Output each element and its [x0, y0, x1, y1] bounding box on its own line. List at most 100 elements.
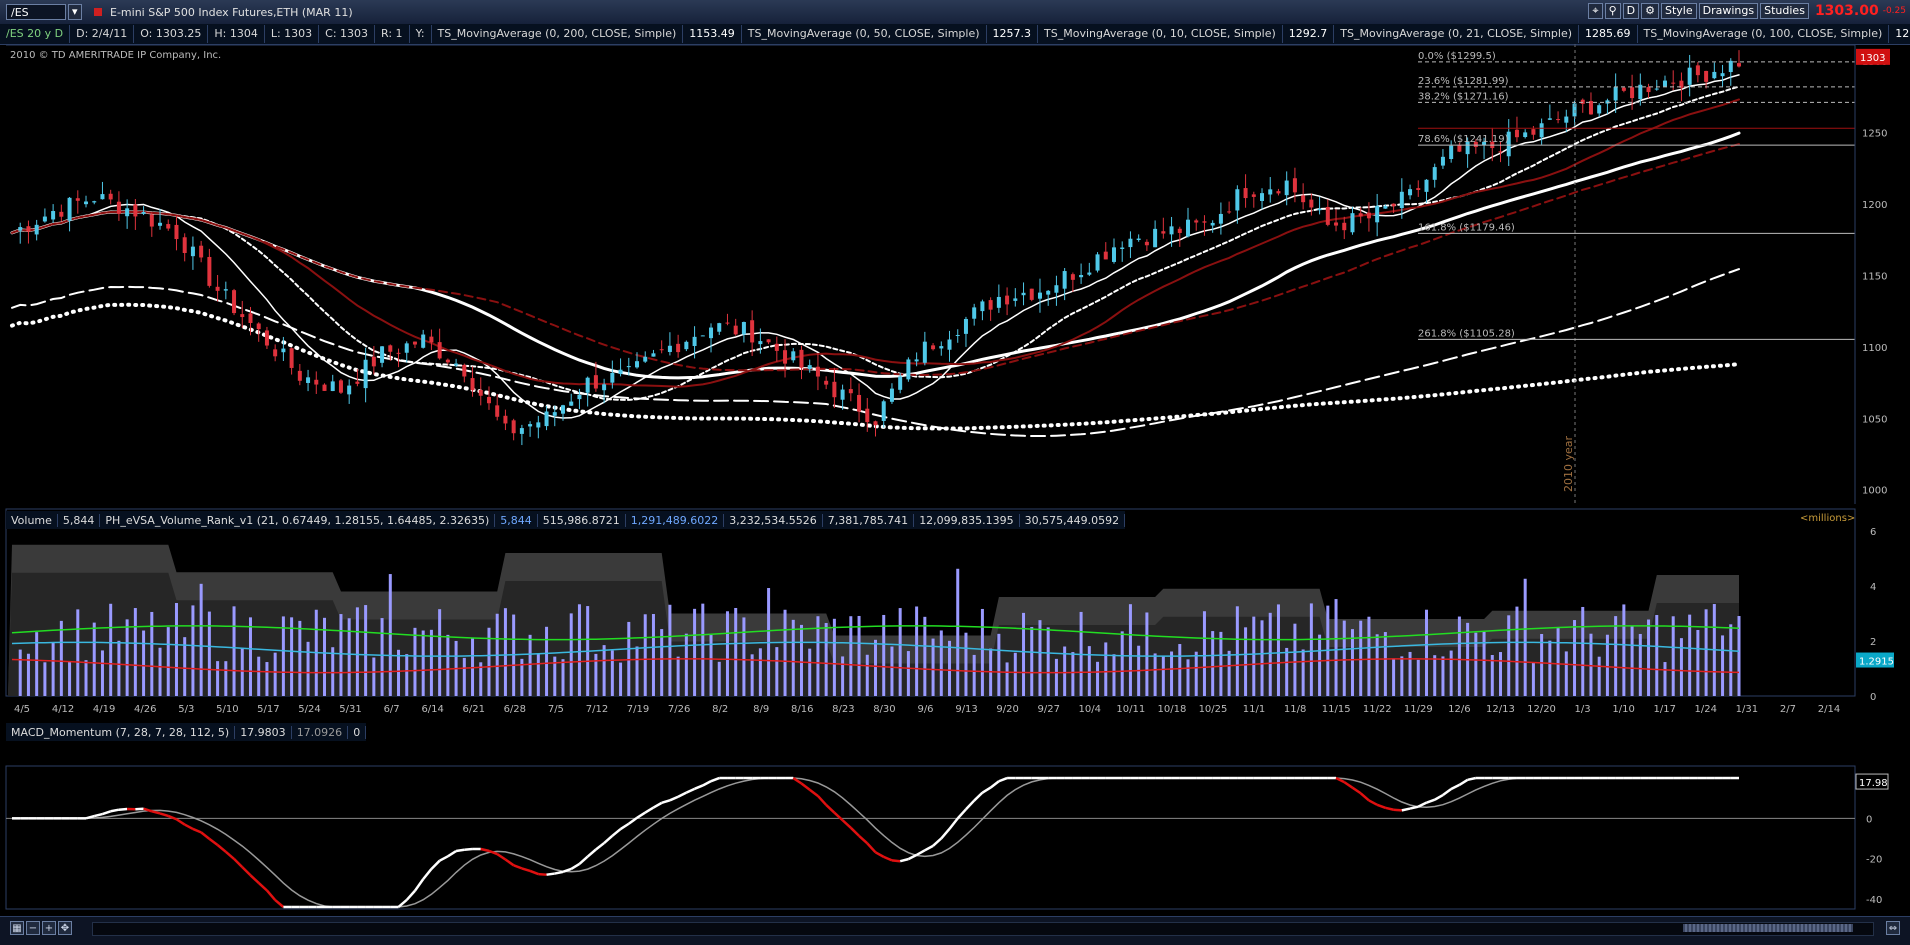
volume-bar	[372, 657, 375, 696]
volume-bar	[833, 619, 836, 696]
zoom-in-icon[interactable]: +	[42, 921, 56, 935]
volume-tick-label: 6	[1870, 527, 1876, 538]
volume-bar	[1450, 651, 1453, 696]
candle-body	[1721, 73, 1725, 76]
symbol-dropdown-button[interactable]: ▾	[68, 4, 82, 20]
volume-label[interactable]: Volume	[6, 514, 58, 527]
ma50-label[interactable]: TS_MovingAverage (0, 50, CLOSE, Simple)	[742, 25, 987, 43]
candle-body	[783, 350, 787, 363]
ma10-label[interactable]: TS_MovingAverage (0, 10, CLOSE, Simple)	[1038, 25, 1283, 43]
date-tick-label: 7/19	[627, 704, 649, 715]
candle-body	[964, 319, 968, 334]
volume-bar	[1261, 620, 1264, 696]
zoom-out-icon[interactable]: −	[26, 921, 40, 935]
link-tool-icon[interactable]: ⚲	[1605, 3, 1621, 19]
volume-bar	[636, 646, 639, 696]
candle-body	[1079, 275, 1083, 277]
grid-icon[interactable]: ▦	[10, 921, 24, 935]
volume-bar	[907, 651, 910, 696]
candle-body	[520, 428, 524, 434]
date-tick-label: 9/6	[917, 704, 933, 715]
year-label: 2010 year	[1562, 435, 1575, 492]
candle-body	[882, 401, 886, 421]
candle-body	[1433, 167, 1437, 180]
candle-body	[701, 335, 705, 336]
volume-bar	[784, 610, 787, 696]
date-tick-label: 6/21	[463, 704, 485, 715]
volume-bar	[956, 569, 959, 696]
volume-bar	[660, 629, 663, 696]
volume-bar	[882, 615, 885, 696]
candle-body	[339, 380, 343, 392]
date-tick-label: 7/12	[586, 704, 608, 715]
evsa-value-3: 1,291,489.6022	[626, 514, 724, 527]
volume-bar	[940, 630, 943, 696]
volume-bar	[1483, 632, 1486, 696]
candle-body	[18, 227, 22, 231]
date-tick-label: 12/6	[1448, 704, 1470, 715]
volume-bar	[19, 650, 22, 696]
candle-body	[1235, 189, 1239, 210]
drawings-button[interactable]: Drawings	[1699, 3, 1758, 19]
volume-bar	[1663, 662, 1666, 696]
crosshair-tool-icon[interactable]: ⌖	[1588, 3, 1602, 19]
candle-body	[306, 377, 310, 383]
period-label[interactable]: /ES 20 y D	[0, 25, 70, 43]
volume-bar	[1351, 629, 1354, 696]
expand-icon[interactable]: ⇔	[1886, 921, 1900, 935]
volume-bar	[1705, 609, 1708, 696]
candle-body	[109, 194, 113, 200]
candle-body	[849, 389, 853, 393]
candle-body	[1622, 88, 1626, 91]
ma21-label[interactable]: TS_MovingAverage (0, 21, CLOSE, Simple)	[1334, 25, 1579, 43]
ma200-label[interactable]: TS_MovingAverage (0, 200, CLOSE, Simple)	[432, 25, 684, 43]
volume-bar	[1343, 621, 1346, 696]
volume-bar	[76, 609, 79, 696]
chart-area[interactable]: 2010 © TD AMERITRADE IP Company, Inc. 20…	[0, 44, 1910, 916]
candle-body	[298, 371, 302, 381]
volume-bar	[1112, 654, 1115, 696]
macd-label[interactable]: MACD_Momentum (7, 28, 7, 28, 112, 5)	[6, 726, 235, 739]
symbol-input[interactable]: /ES	[6, 4, 66, 20]
time-scrollbar[interactable]	[92, 922, 1874, 936]
date-tick-label: 1/31	[1736, 704, 1758, 715]
ma100-label[interactable]: TS_MovingAverage (0, 100, CLOSE, Simple)	[1638, 25, 1890, 43]
volume-bar	[422, 631, 425, 696]
volume-bar	[1400, 656, 1403, 696]
macd-panel-header: MACD_Momentum (7, 28, 7, 28, 112, 5) 17.…	[6, 723, 366, 741]
candle-body	[487, 397, 491, 403]
volume-bar	[1129, 604, 1132, 696]
scrollbar-thumb[interactable]	[1683, 924, 1853, 932]
candle-body	[388, 345, 392, 351]
candle-body	[948, 340, 952, 350]
candle-body	[668, 346, 672, 352]
candle-body	[923, 342, 927, 363]
volume-bar	[446, 635, 449, 696]
ma50-value: 1257.3	[987, 25, 1039, 43]
chart-settings-icon[interactable]: ⚙	[1641, 3, 1659, 19]
volume-bar	[858, 616, 861, 696]
studies-button[interactable]: Studies	[1760, 3, 1809, 19]
pan-icon[interactable]: ✥	[58, 921, 72, 935]
period-button[interactable]: D	[1623, 3, 1639, 19]
date-tick-label: 6/7	[384, 704, 400, 715]
price-tick-label: 1250	[1862, 129, 1887, 140]
date-tick-label: 9/27	[1037, 704, 1059, 715]
volume-bar	[307, 642, 310, 696]
candle-body	[76, 198, 80, 201]
evsa-study-label[interactable]: PH_eVSA_Volume_Rank_v1 (21, 0.67449, 1.2…	[100, 514, 495, 527]
candle-body	[1112, 247, 1116, 262]
style-button[interactable]: Style	[1661, 3, 1697, 19]
candle-body	[446, 360, 450, 363]
volume-bar	[1540, 634, 1543, 696]
candle-body	[1383, 206, 1387, 208]
candle-body	[1614, 87, 1618, 100]
volume-bar	[331, 647, 334, 696]
volume-bar	[915, 606, 918, 696]
candle-body	[594, 375, 598, 388]
volume-bar	[973, 655, 976, 696]
volume-bar	[241, 648, 244, 696]
candle-body	[1046, 291, 1050, 295]
volume-bar	[348, 618, 351, 696]
candle-body	[323, 385, 327, 391]
